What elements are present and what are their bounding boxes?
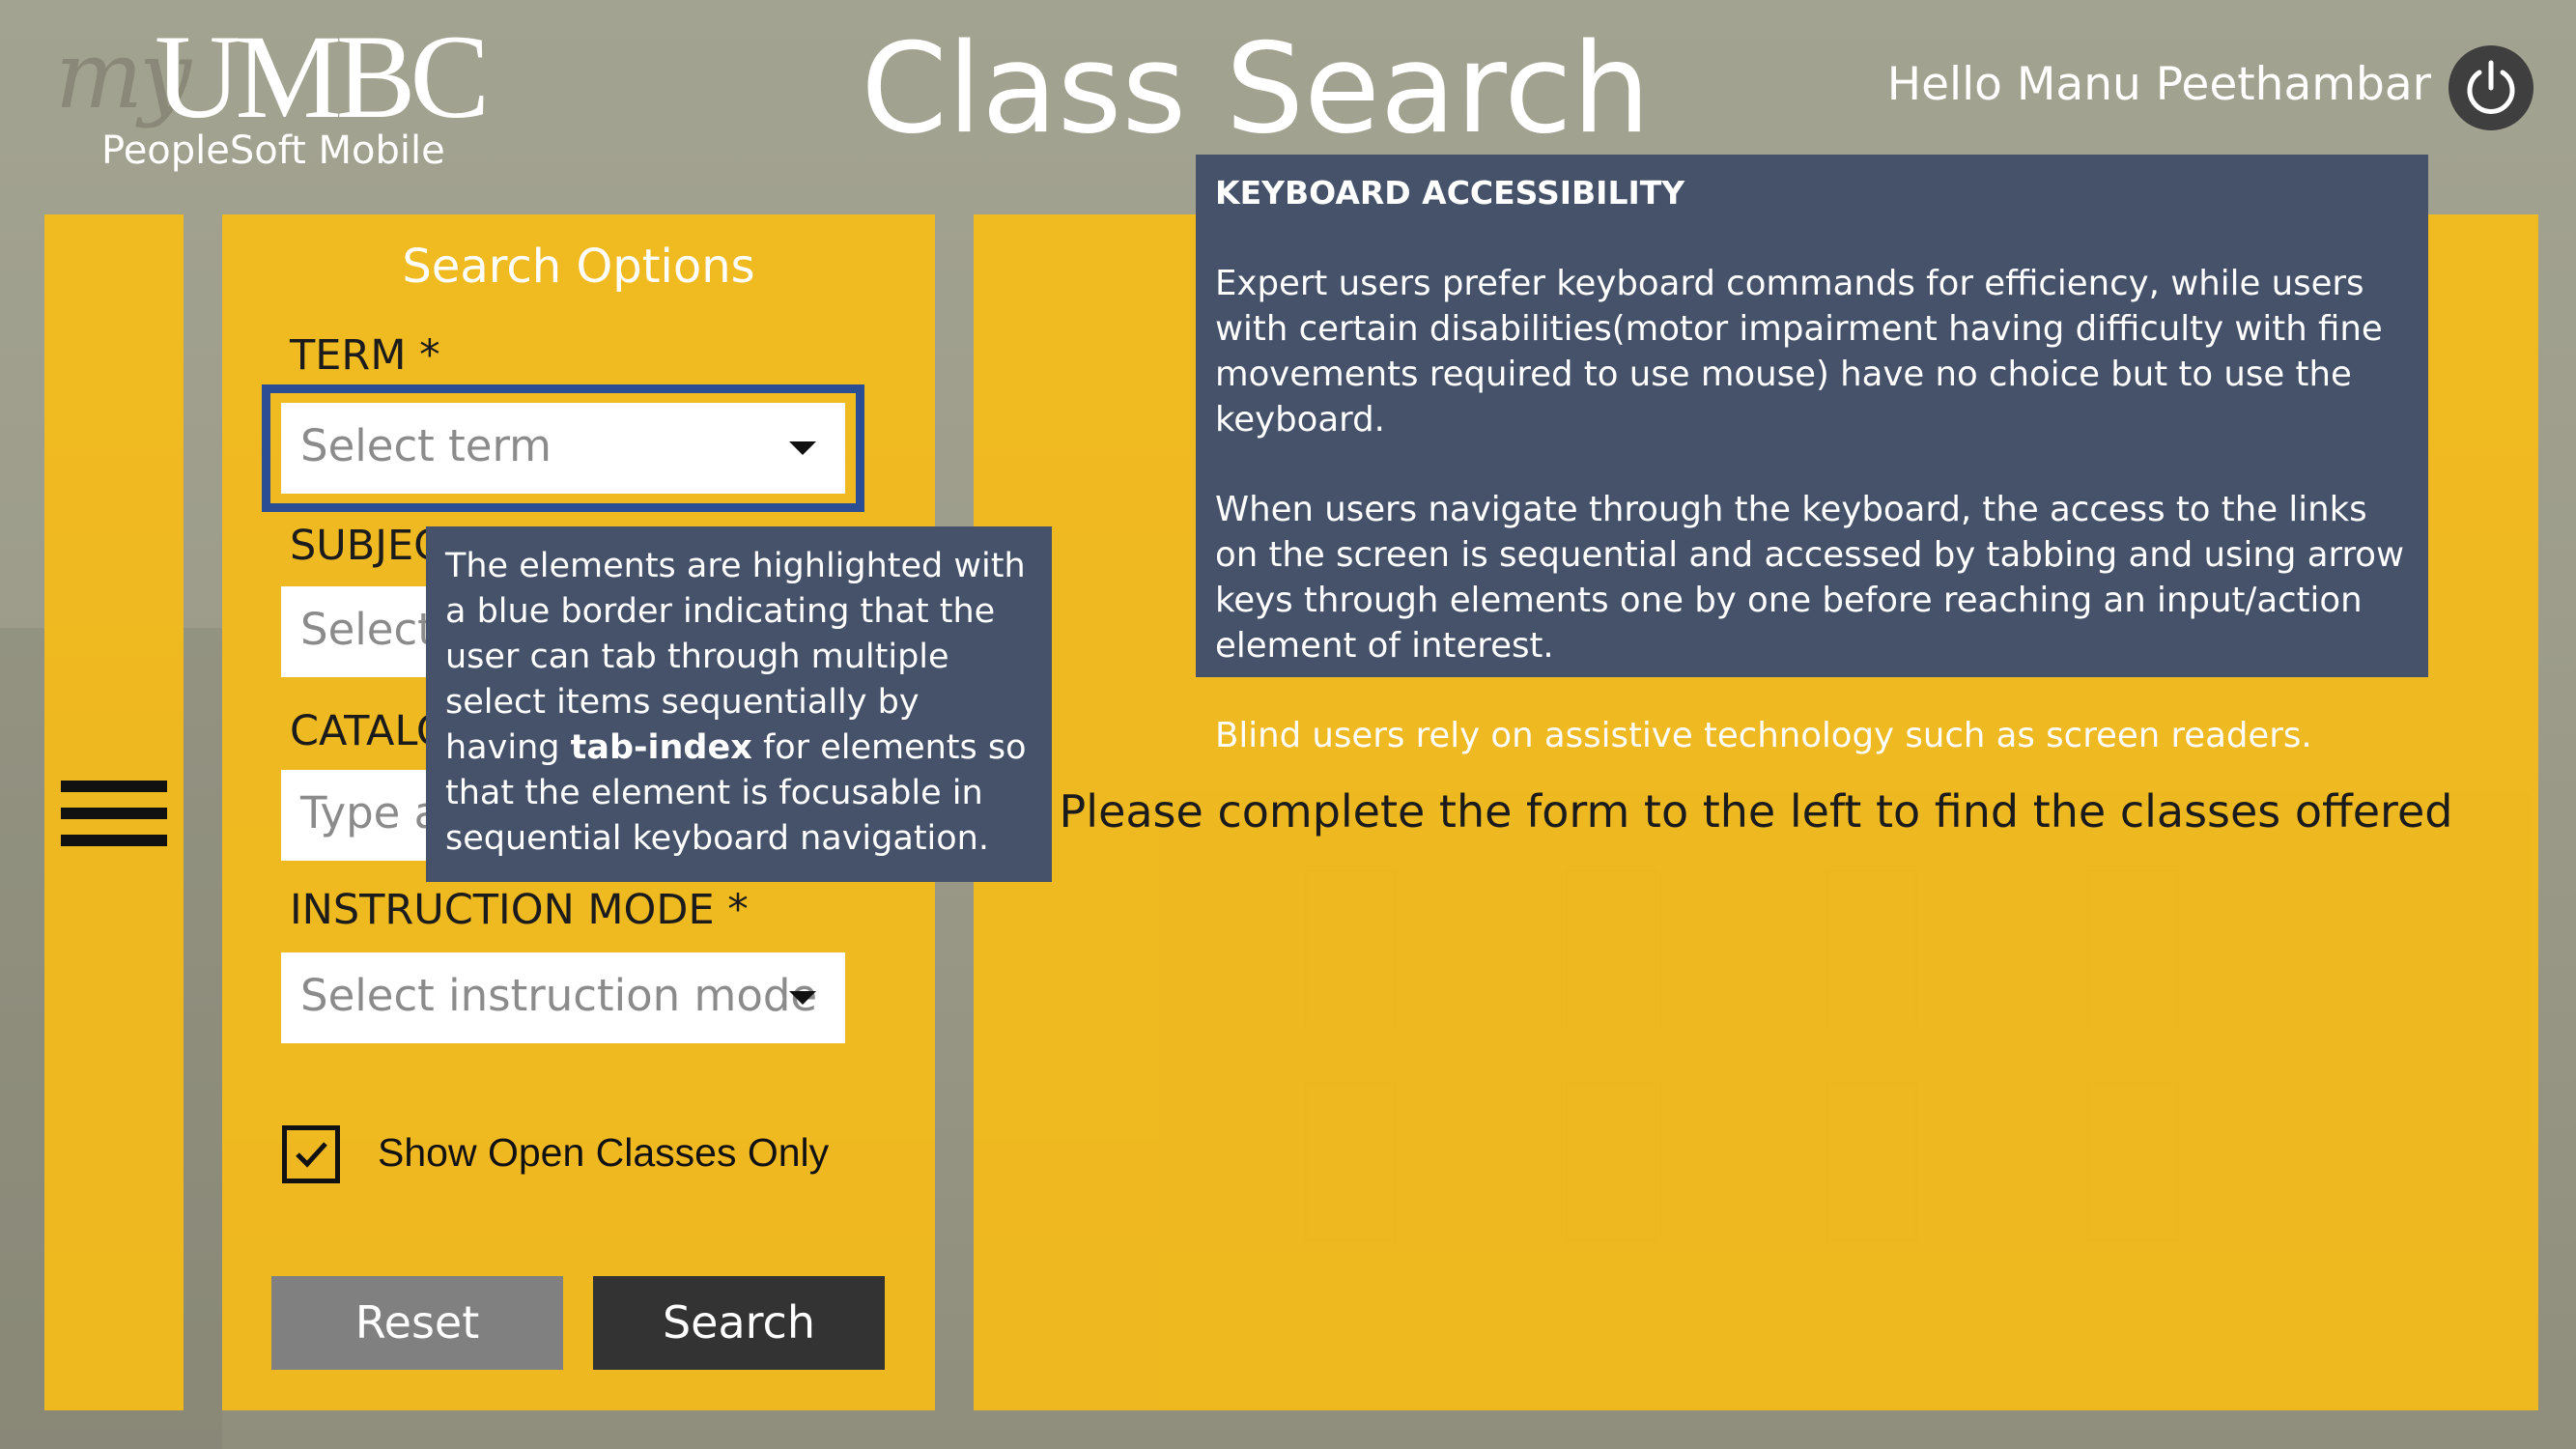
chevron-down-icon — [789, 991, 816, 1005]
search-button[interactable]: Search — [593, 1276, 885, 1370]
note-paragraph: When users navigate through the keyboard… — [1215, 490, 2405, 666]
open-classes-label: Show Open Classes Only — [378, 1130, 830, 1175]
instruction-mode-select[interactable]: Select instruction mode — [281, 952, 845, 1043]
catalog-label: CATALO — [290, 707, 449, 755]
hamburger-menu-icon[interactable] — [61, 781, 167, 846]
term-select-value: Select term — [300, 420, 552, 471]
power-icon — [2467, 60, 2515, 114]
term-select[interactable]: Select term — [281, 403, 845, 494]
keyboard-accessibility-note: KEYBOARD ACCESSIBILITY Expert users pref… — [1196, 155, 2428, 755]
instruction-mode-select-value: Select instruction mode — [300, 970, 818, 1021]
subject-select-value: Select — [300, 604, 435, 655]
tab-index-note: The elements are highlighted with a blue… — [426, 526, 1052, 882]
user-greeting: Hello Manu Peethambar — [1886, 58, 2431, 111]
term-label: TERM * — [290, 331, 440, 380]
logout-button[interactable] — [2449, 45, 2534, 130]
note-bold-text: tab-index — [570, 728, 752, 767]
subject-label: SUBJEC — [290, 522, 443, 570]
note-paragraph: Blind users rely on assistive technology… — [1215, 716, 2312, 755]
catalog-input-placeholder: Type a — [300, 787, 441, 838]
open-classes-checkbox[interactable] — [282, 1125, 340, 1183]
checkmark-icon — [296, 1142, 327, 1168]
note-paragraph: Expert users prefer keyboard commands fo… — [1215, 264, 2383, 440]
note-title: KEYBOARD ACCESSIBILITY — [1215, 174, 1685, 212]
reset-button[interactable]: Reset — [271, 1276, 563, 1370]
search-options-heading: Search Options — [402, 240, 755, 294]
instruction-mode-label: INSTRUCTION MODE * — [290, 886, 749, 934]
results-message: Please complete the form to the left to … — [1059, 785, 2453, 838]
chevron-down-icon — [789, 441, 816, 455]
